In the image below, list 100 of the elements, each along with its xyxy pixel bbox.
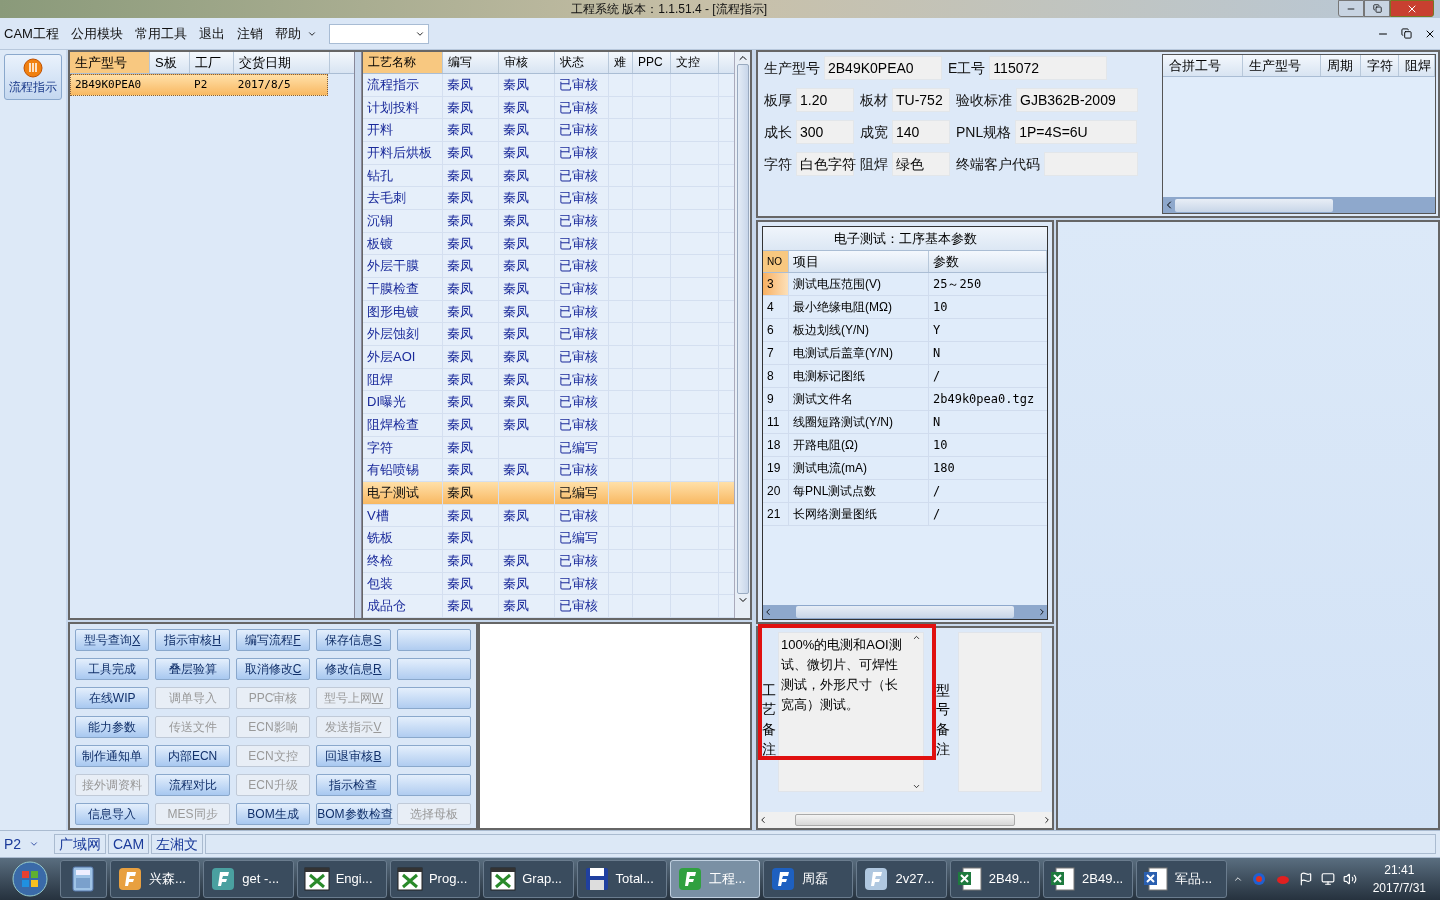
process-row[interactable]: 包装 秦凤 秦凤 已审核: [363, 572, 734, 596]
tray-expand-icon[interactable]: [1232, 874, 1243, 884]
volume-icon[interactable]: [1342, 872, 1357, 886]
process-row[interactable]: 终检 秦凤 秦凤 已审核: [363, 550, 734, 573]
clock-date[interactable]: 2017/7/31: [1372, 879, 1426, 897]
text-field[interactable]: GJB362B-2009: [1016, 88, 1138, 112]
action-button[interactable]: 能力参数: [75, 716, 150, 738]
action-button[interactable]: 修改信息R: [316, 658, 391, 680]
column-header[interactable]: 阻焊: [1399, 55, 1435, 76]
menu-item[interactable]: 注销: [236, 23, 263, 44]
scroll-right-icon[interactable]: [1042, 815, 1052, 825]
process-row[interactable]: 去毛刺 秦凤 秦凤 已审核: [363, 187, 734, 210]
row-number[interactable]: 6: [763, 319, 789, 341]
action-button[interactable]: 指示审核H: [155, 629, 230, 651]
column-header[interactable]: S板: [150, 52, 190, 73]
action-button[interactable]: 工具完成: [75, 658, 150, 680]
flag-icon[interactable]: [1298, 872, 1313, 886]
menu-item[interactable]: CAM工程: [4, 23, 59, 44]
blank-button[interactable]: [396, 687, 471, 709]
taskbar-button[interactable]: Engi...: [296, 860, 387, 898]
column-header[interactable]: 字符: [1361, 55, 1399, 76]
action-button[interactable]: 制作通知单: [75, 745, 150, 767]
taskbar-button[interactable]: 2v27...: [856, 860, 947, 898]
taskbar-button[interactable]: 2B49...: [949, 860, 1041, 898]
text-field[interactable]: TU-752: [892, 88, 950, 112]
text-field[interactable]: 绿色: [892, 152, 950, 176]
blank-button[interactable]: [396, 658, 471, 680]
taskbar-button[interactable]: 兴森...: [110, 860, 201, 898]
column-header[interactable]: NO: [763, 251, 789, 272]
process-row[interactable]: 有铅喷锡 秦凤 秦凤 已审核: [363, 459, 734, 482]
network-icon[interactable]: [1320, 872, 1335, 886]
restore-icon[interactable]: [1401, 28, 1412, 39]
column-header[interactable]: 工厂: [190, 52, 234, 73]
horizontal-scrollbar[interactable]: [763, 605, 1047, 619]
taskbar-button[interactable]: 2B49...: [1043, 860, 1134, 898]
process-row[interactable]: 外层干膜 秦凤 秦凤 已审核: [363, 255, 734, 278]
blank-button[interactable]: [396, 716, 471, 738]
process-row[interactable]: 阻焊 秦凤 秦凤 已审核: [363, 368, 734, 392]
scroll-left-icon[interactable]: [758, 815, 768, 825]
process-row[interactable]: 成品仓 秦凤 秦凤 已审核: [363, 595, 734, 618]
maximize-button[interactable]: [1364, 0, 1390, 17]
menu-item[interactable]: 帮助: [274, 23, 301, 44]
order-row[interactable]: 2B49K0PEA0 P2 2017/8/5: [70, 74, 328, 96]
process-row[interactable]: 板镀 秦凤 秦凤 已审核: [363, 232, 734, 256]
column-header[interactable]: 交货日期: [234, 52, 330, 73]
blank-button[interactable]: [396, 629, 471, 651]
tray-app-icon[interactable]: [1250, 871, 1267, 887]
process-row[interactable]: 开料后烘板 秦凤 秦凤 已审核: [363, 141, 734, 165]
row-number[interactable]: 11: [763, 411, 789, 433]
horizontal-scrollbar[interactable]: [758, 812, 1052, 828]
text-field[interactable]: 白色字符: [796, 152, 854, 176]
minimize-button[interactable]: [1338, 0, 1364, 17]
taskbar-button[interactable]: [59, 860, 108, 898]
text-field[interactable]: 1.20: [796, 88, 854, 112]
process-row[interactable]: 计划投料 秦凤 秦凤 已审核: [363, 96, 734, 120]
menu-item[interactable]: 公用模块: [70, 23, 123, 44]
clock-time[interactable]: 21:41: [1384, 861, 1415, 879]
scroll-up-icon[interactable]: [911, 633, 921, 642]
text-field[interactable]: 2B49K0PEA0: [824, 56, 942, 80]
process-row[interactable]: 开料 秦凤 秦凤 已审核: [363, 119, 734, 142]
blank-button[interactable]: [396, 774, 471, 796]
menu-item[interactable]: 退出: [198, 23, 225, 44]
menu-item[interactable]: 常用工具: [134, 23, 187, 44]
process-guide-button[interactable]: 流程指示: [4, 54, 62, 100]
process-row[interactable]: 图形电镀 秦凤 秦凤 已审核: [363, 300, 734, 324]
action-button[interactable]: 编写流程F: [235, 629, 311, 651]
action-button[interactable]: BOM参数检查: [316, 803, 391, 825]
scroll-left-icon[interactable]: [763, 607, 773, 617]
column-header[interactable]: 编写: [443, 52, 499, 73]
taskbar-button[interactable]: 军品...: [1136, 860, 1227, 898]
process-row[interactable]: 沉铜 秦凤 秦凤 已审核: [363, 209, 734, 233]
action-button[interactable]: 在线WIP: [75, 687, 150, 709]
process-row[interactable]: 干膜检查 秦凤 秦凤 已审核: [363, 277, 734, 301]
column-header[interactable]: 生产型号: [70, 52, 150, 73]
action-button[interactable]: 取消修改C: [235, 658, 311, 680]
scroll-right-icon[interactable]: [1037, 607, 1047, 617]
action-button[interactable]: 内部ECN: [155, 745, 230, 767]
process-row[interactable]: DI曝光 秦凤 秦凤 已审核: [363, 391, 734, 414]
text-field[interactable]: 1P=4S=6U: [1015, 120, 1138, 144]
column-header[interactable]: 参数: [929, 251, 1047, 272]
text-field[interactable]: 140: [892, 120, 950, 144]
row-number[interactable]: 7: [763, 342, 789, 364]
row-number[interactable]: 9: [763, 388, 789, 410]
text-field[interactable]: 300: [796, 120, 854, 144]
text-field[interactable]: 115072: [989, 56, 1108, 80]
action-button[interactable]: BOM生成: [235, 803, 311, 825]
factory-selector[interactable]: P2: [4, 833, 52, 855]
process-row[interactable]: 字符 秦凤 已编写: [363, 436, 734, 460]
action-button[interactable]: 型号查询X: [75, 629, 150, 651]
vertical-scrollbar[interactable]: [734, 52, 750, 618]
column-header[interactable]: 项目: [789, 251, 929, 272]
taskbar-button[interactable]: Total...: [576, 860, 667, 898]
row-number[interactable]: 3: [763, 273, 789, 295]
process-row[interactable]: 外层AOI 秦凤 秦凤 已审核: [363, 345, 734, 369]
process-row[interactable]: 流程指示 秦凤 秦凤 已审核: [363, 73, 734, 97]
process-row[interactable]: 阻焊检查 秦凤 秦凤 已审核: [363, 413, 734, 437]
taskbar-button[interactable]: Grap...: [483, 860, 574, 898]
row-number[interactable]: 8: [763, 365, 789, 387]
process-row[interactable]: 外层蚀刻 秦凤 秦凤 已审核: [363, 323, 734, 346]
note-text-area[interactable]: 100%的电测和AOI测试、微切片、可焊性测试，外形尺寸（长宽高）测试。: [778, 632, 924, 792]
